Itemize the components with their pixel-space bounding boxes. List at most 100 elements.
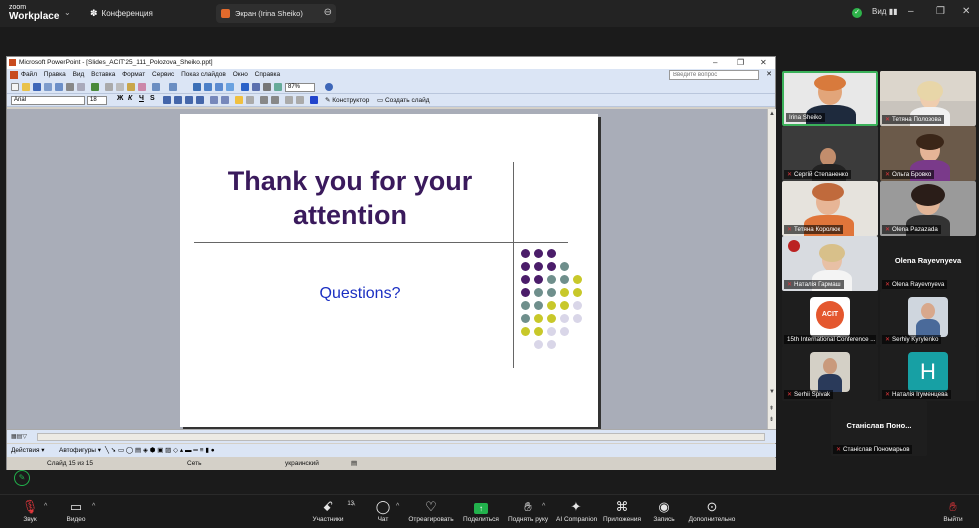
menu-tools[interactable]: Сервис	[152, 71, 174, 78]
email-icon[interactable]	[55, 83, 63, 91]
copy-icon[interactable]	[116, 83, 124, 91]
more-button[interactable]: ⊙ Дополнительно	[688, 498, 736, 524]
participant-tile[interactable]: ✕ Olena Pazazada	[880, 181, 976, 236]
cut-icon[interactable]	[105, 83, 113, 91]
indent-icon[interactable]	[260, 96, 268, 104]
participant-tile[interactable]: ✕ Тетяна Королюк	[782, 181, 878, 236]
vertical-scrollbar[interactable]: ▲ ▼ ⇞ ⇟	[767, 109, 776, 429]
align-left-icon[interactable]	[163, 96, 171, 104]
increase-indent-icon[interactable]	[296, 96, 304, 104]
participant-tile[interactable]: ✕ Тетяна Полозова	[880, 71, 976, 126]
ppt-minimize-icon[interactable]: –	[713, 57, 717, 69]
menu-slideshow[interactable]: Показ слайдов	[181, 71, 226, 78]
next-slide-icon[interactable]: ⇟	[769, 416, 774, 423]
participant-tile[interactable]: ✕ Наталія Гармаш	[782, 236, 878, 291]
menu-help[interactable]: Справка	[255, 71, 281, 78]
scroll-up-icon[interactable]: ▲	[769, 111, 775, 117]
hyperlink-icon[interactable]	[241, 83, 249, 91]
video-options-caret[interactable]: ^	[92, 503, 95, 510]
tables-borders-icon[interactable]	[215, 83, 223, 91]
redo-icon[interactable]	[169, 83, 177, 91]
grayscale-icon[interactable]	[263, 83, 271, 91]
undo-icon[interactable]	[152, 83, 160, 91]
participant-tile[interactable]: Olena Rayevnyeva ✕ Olena Rayevnyeva	[880, 236, 976, 291]
justify-icon[interactable]	[196, 96, 204, 104]
italic-button[interactable]: К	[128, 95, 132, 102]
participant-tile[interactable]: Irina Sheiko	[782, 71, 878, 126]
chevron-down-icon[interactable]: ⌄	[64, 8, 71, 17]
participant-tile[interactable]: ACIT 15th International Conference ...	[782, 291, 878, 346]
new-slide-button[interactable]: ▭ Создать слайд	[377, 96, 430, 104]
table-icon[interactable]	[204, 83, 212, 91]
prev-slide-icon[interactable]: ⇞	[769, 405, 774, 412]
scroll-down-icon[interactable]: ▼	[769, 389, 775, 395]
raise-hand-button[interactable]: ✋︎ Поднять руку	[508, 498, 548, 524]
menu-file[interactable]: Файл	[21, 71, 37, 78]
format-painter-icon[interactable]	[138, 83, 146, 91]
record-button[interactable]: ◉ Запись	[650, 498, 678, 524]
ask-question-input[interactable]	[669, 70, 759, 80]
save-icon[interactable]	[33, 83, 41, 91]
minimize-icon[interactable]: –	[908, 6, 914, 17]
meeting-info[interactable]: ✽ Конференция	[90, 8, 153, 19]
paste-icon[interactable]	[127, 83, 135, 91]
chat-caret[interactable]: ^	[396, 503, 399, 510]
spelling-icon[interactable]	[91, 83, 99, 91]
slide-title[interactable]: Thank you for your attention	[200, 164, 500, 232]
align-right-icon[interactable]	[185, 96, 193, 104]
ppt-close-icon[interactable]: ✕	[760, 57, 767, 69]
participant-tile[interactable]: H ✕ Наталія Ігуменцева	[880, 346, 976, 401]
grid-icon[interactable]	[274, 83, 282, 91]
chart-icon[interactable]	[193, 83, 201, 91]
bold-button[interactable]: Ж	[117, 95, 123, 102]
ppt-maximize-icon[interactable]: ❐	[737, 57, 744, 69]
increase-font-icon[interactable]	[235, 96, 243, 104]
font-select[interactable]: Arial	[11, 96, 85, 105]
audio-button[interactable]: 🎙︎ Звук	[14, 498, 46, 524]
participant-tile[interactable]: ✕ Serhii Spivak	[782, 346, 878, 401]
draw-shape-icons[interactable]: ╲ ➘ ▭ ◯ ▤ ◈ ⬢ ▣ ▨ ◇ ▴ ▬ ═ ≡ ▮ ●	[105, 444, 215, 457]
designer-button[interactable]: ✎ Конструктор	[325, 96, 369, 104]
permission-icon[interactable]	[44, 83, 52, 91]
menu-format[interactable]: Формат	[122, 71, 145, 78]
participants-button[interactable]: ꗃ 13 Участники	[308, 498, 354, 524]
participant-tile[interactable]: ✕ Serhiy Kyrylenko	[880, 291, 976, 346]
participant-tile[interactable]: ✕ Сергій Степаненко	[782, 126, 878, 181]
leave-button[interactable]: ✋︎ Выйти	[940, 498, 966, 524]
menu-edit[interactable]: Правка	[44, 71, 66, 78]
audio-options-caret[interactable]: ^	[44, 503, 47, 510]
numbering-icon[interactable]	[210, 96, 218, 104]
stop-share-icon[interactable]: ⊖	[324, 7, 332, 18]
screen-share-tab[interactable]: Экран (Irina Sheiko) ⊖	[216, 4, 336, 23]
new-icon[interactable]	[11, 83, 19, 91]
outdent-icon[interactable]	[271, 96, 279, 104]
align-center-icon[interactable]	[174, 96, 182, 104]
doc-close-icon[interactable]: ✕	[766, 69, 772, 81]
chat-button[interactable]: ◯ Чат	[372, 498, 394, 524]
print-icon[interactable]	[66, 83, 74, 91]
raise-hand-caret[interactable]: ^	[542, 503, 545, 510]
open-icon[interactable]	[22, 83, 30, 91]
zoom-select[interactable]: 87%	[285, 83, 315, 92]
autoshapes-menu[interactable]: Автофигуры ▾	[59, 444, 101, 457]
font-size-select[interactable]: 18	[87, 96, 107, 105]
menu-window[interactable]: Окно	[233, 71, 248, 78]
apps-button[interactable]: ⌘ Приложения	[602, 498, 642, 524]
font-color-icon[interactable]	[310, 96, 318, 104]
menu-insert[interactable]: Вставка	[91, 71, 115, 78]
view-buttons[interactable]: ▦▤▽	[11, 433, 27, 440]
shadow-button[interactable]: S	[150, 95, 155, 102]
preview-icon[interactable]	[77, 83, 85, 91]
decrease-indent-icon[interactable]	[285, 96, 293, 104]
participants-caret[interactable]: ^	[352, 503, 355, 510]
draw-actions-menu[interactable]: Действия ▾	[11, 444, 45, 457]
participant-tile[interactable]: Станіслав Поно... ✕ Станіслав Пономарьов	[831, 401, 927, 456]
maximize-icon[interactable]: ❐	[936, 6, 945, 17]
menu-view[interactable]: Вид	[73, 71, 85, 78]
ai-companion-button[interactable]: ✦ AI Companion	[556, 498, 597, 524]
insert-picture-icon[interactable]	[226, 83, 234, 91]
slide-subtitle[interactable]: Questions?	[290, 285, 430, 303]
help-icon[interactable]	[325, 83, 333, 91]
horizontal-scrollbar[interactable]	[37, 433, 765, 441]
underline-button[interactable]: Ч	[139, 95, 144, 102]
